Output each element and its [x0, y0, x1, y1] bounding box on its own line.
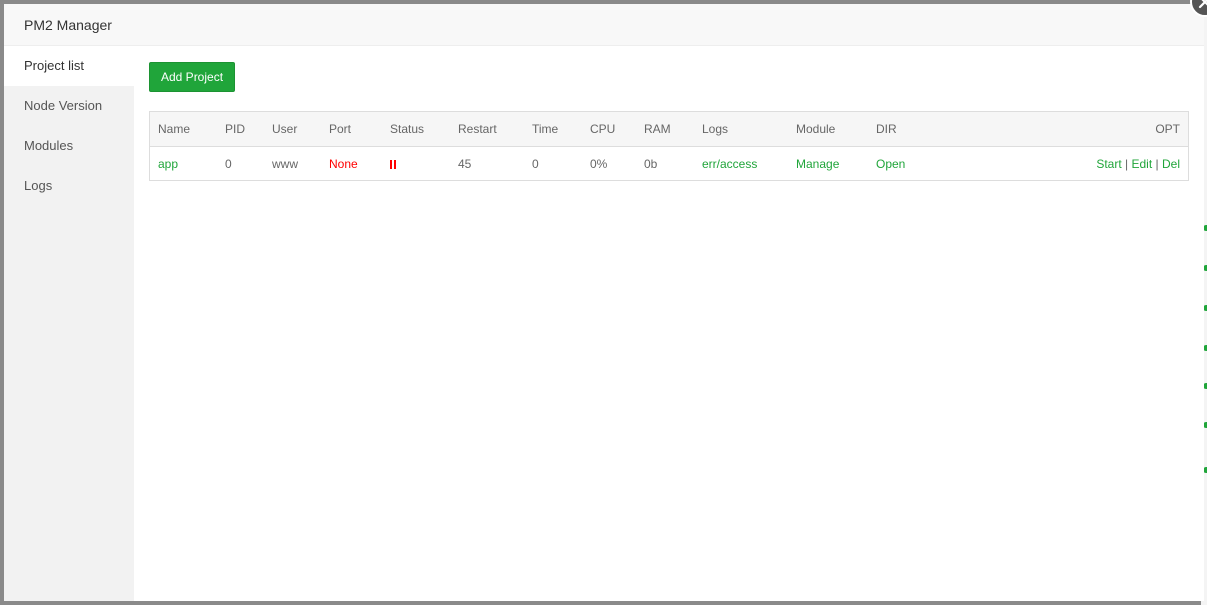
time-cell: 0: [532, 156, 539, 171]
start-link[interactable]: Start: [1096, 157, 1121, 171]
column-header-module: Module: [788, 111, 868, 147]
edit-link[interactable]: Edit: [1131, 157, 1152, 171]
pid-cell: 0: [225, 156, 232, 171]
column-header-ram: RAM: [636, 111, 694, 147]
column-header-user: User: [264, 111, 321, 147]
column-header-time: Time: [524, 111, 582, 147]
sidebar-item-modules[interactable]: Modules: [4, 126, 134, 166]
project-name-link[interactable]: app: [150, 147, 218, 181]
restart-cell: 45: [458, 156, 472, 171]
column-header-restart: Restart: [450, 111, 524, 147]
sidebar-item-project-list[interactable]: Project list: [4, 46, 134, 86]
column-header-port: Port: [321, 111, 382, 147]
column-header-logs: Logs: [694, 111, 788, 147]
column-header-status: Status: [382, 111, 450, 147]
separator: |: [1155, 156, 1159, 171]
pm2-manager-dialog: PM2 Manager Project list Node Version Mo…: [4, 4, 1204, 601]
column-header-name: Name: [149, 111, 217, 147]
table-row: app 0 www None 45 0 0% 0b err/access Man…: [150, 147, 1189, 181]
dialog-title: PM2 Manager: [4, 4, 1204, 46]
add-project-button[interactable]: Add Project: [149, 62, 236, 92]
pause-icon[interactable]: [390, 159, 397, 169]
delete-link[interactable]: Del: [1162, 157, 1180, 171]
sidebar-item-logs[interactable]: Logs: [4, 166, 134, 206]
sidebar: Project list Node Version Modules Logs: [4, 46, 134, 601]
ram-cell: 0b: [644, 156, 658, 171]
table-header-row: Name PID User Port Status Restart Time C…: [149, 111, 1189, 147]
close-icon: [1198, 0, 1207, 9]
column-header-cpu: CPU: [582, 111, 636, 147]
dir-open-link[interactable]: Open: [868, 147, 1022, 181]
logs-link[interactable]: err/access: [694, 147, 788, 181]
column-header-opt: OPT: [1022, 111, 1189, 147]
cpu-cell: 0%: [590, 156, 608, 171]
status-cell: [382, 147, 450, 181]
main-content: Add Project Name PID User Port Status Re…: [134, 46, 1204, 601]
separator: |: [1125, 156, 1129, 171]
port-cell: None: [329, 156, 358, 171]
project-table: Name PID User Port Status Restart Time C…: [149, 111, 1189, 181]
sidebar-item-node-version[interactable]: Node Version: [4, 86, 134, 126]
column-header-pid: PID: [217, 111, 264, 147]
column-header-dir: DIR: [868, 111, 1022, 147]
opt-cell: Start | Edit | Del: [1022, 147, 1189, 181]
module-manage-link[interactable]: Manage: [788, 147, 868, 181]
user-cell: www: [272, 156, 298, 171]
